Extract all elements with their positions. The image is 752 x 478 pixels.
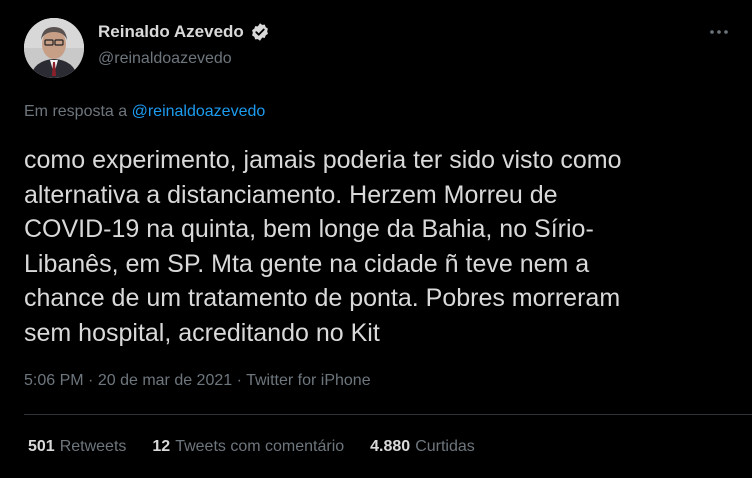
author-handle[interactable]: @reinaldoazevedo — [98, 50, 232, 68]
more-options-icon[interactable] — [708, 22, 730, 42]
stat-retweets[interactable]: 501 Retweets — [28, 438, 126, 456]
tweet-meta: 5:06 PM · 20 de mar de 2021 · Twitter fo… — [24, 372, 371, 390]
quote-count: 12 — [152, 438, 171, 455]
reply-context: Em resposta a @reinaldoazevedo — [24, 103, 265, 121]
tweet-text: como experimento, jamais poderia ter sid… — [24, 146, 622, 347]
author-name-row[interactable]: Reinaldo Azevedo — [98, 22, 270, 42]
verified-badge-icon — [250, 22, 270, 42]
reply-mention-link[interactable]: @reinaldoazevedo — [132, 103, 266, 120]
divider — [24, 414, 752, 415]
like-label: Curtidas — [415, 438, 475, 455]
avatar[interactable] — [24, 18, 84, 78]
tweet-date[interactable]: 20 de mar de 2021 — [98, 372, 232, 389]
tweet-source[interactable]: Twitter for iPhone — [246, 372, 371, 389]
reply-prefix: Em resposta a — [24, 103, 128, 120]
avatar-image — [24, 18, 84, 78]
quote-label: Tweets com comentário — [175, 438, 345, 455]
tweet-time[interactable]: 5:06 PM — [24, 372, 84, 389]
stat-quote-tweets[interactable]: 12 Tweets com comentário — [152, 438, 344, 456]
meta-separator: · — [88, 372, 94, 389]
stat-likes[interactable]: 4.880 Curtidas — [370, 438, 475, 456]
like-count: 4.880 — [370, 438, 411, 455]
engagement-stats: 501 Retweets 12 Tweets com comentário 4.88… — [28, 438, 475, 456]
retweet-count: 501 — [28, 438, 55, 455]
tweet-detail: Reinaldo Azevedo @reinaldoazevedo Em res… — [0, 0, 752, 478]
author-display-name[interactable]: Reinaldo Azevedo — [98, 22, 244, 42]
retweet-label: Retweets — [59, 438, 127, 455]
meta-separator: · — [236, 372, 242, 389]
